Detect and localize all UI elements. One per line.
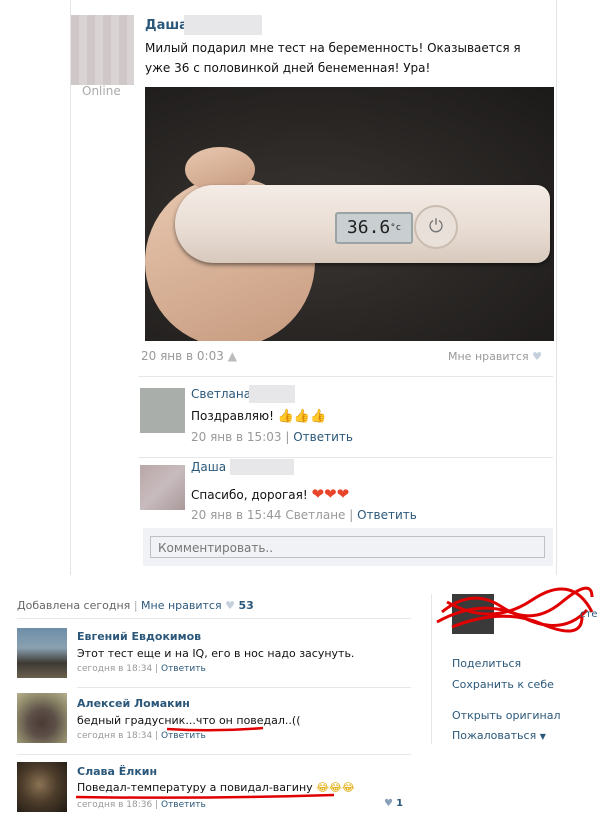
comment-text: Этот тест еще и на IQ, его в нос надо за… <box>77 647 355 660</box>
comment-text: Спасибо, дорогая! ❤❤❤ <box>191 485 349 503</box>
post-like-button[interactable]: Мне нравится ♥ <box>448 350 542 363</box>
share-link[interactable]: Поделиться <box>452 657 521 670</box>
reply-button[interactable]: Ответить <box>161 731 206 741</box>
added-date: Добавлена сегодня <box>17 599 131 612</box>
reply-button[interactable]: Ответить <box>161 800 206 810</box>
comment-author[interactable]: Светлана <box>191 387 251 401</box>
display-unit: °c <box>390 223 402 233</box>
comment-text-body: Спасибо, дорогая! <box>191 488 308 502</box>
comment-meta: 20 янв в 15:44 Светлане | Ответить <box>191 508 417 522</box>
comment-time[interactable]: сегодня в 18:36 <box>77 800 152 810</box>
reply-button[interactable]: Ответить <box>293 430 353 444</box>
author-avatar[interactable] <box>71 15 134 85</box>
comment-avatar[interactable] <box>17 693 67 743</box>
chevron-down-icon: ▼ <box>539 732 546 741</box>
comment-author[interactable]: Евгений Евдокимов <box>77 630 201 643</box>
divider <box>77 687 411 688</box>
reply-button[interactable]: Ответить <box>161 664 206 674</box>
like-count: 53 <box>238 599 254 612</box>
divider <box>17 618 411 619</box>
scribble-censor <box>436 586 594 633</box>
comment-time[interactable]: сегодня в 18:34 <box>77 664 152 674</box>
censored-surname <box>249 385 295 403</box>
divider <box>17 754 411 755</box>
censored-surname <box>184 15 262 35</box>
post-date-text: 20 янв в 0:03 <box>141 349 224 363</box>
reply-to[interactable]: Светлане <box>285 508 345 522</box>
heart-icon: ❤❤❤ <box>311 485 350 503</box>
power-icon: ⏻ <box>414 205 458 249</box>
comment-text: Поздравляю! 👍👍👍 <box>191 409 326 424</box>
comment-meta: сегодня в 18:34 | Ответить <box>77 664 206 674</box>
android-icon: ▲ <box>227 349 237 363</box>
reply-button[interactable]: Ответить <box>357 508 417 522</box>
like-button[interactable]: Мне нравится <box>141 599 222 612</box>
post-date[interactable]: 20 янв в 0:03 ▲ <box>141 349 237 363</box>
report-link[interactable]: Пожаловаться ▼ <box>452 729 546 742</box>
post-stats: Добавлена сегодня | Мне нравится ♥ 53 <box>17 599 254 612</box>
comment-avatar[interactable] <box>140 388 185 433</box>
report-label: Пожаловаться <box>452 729 537 742</box>
comment-input[interactable]: Комментировать.. <box>150 536 545 558</box>
comment-separator <box>138 457 553 458</box>
comment-avatar[interactable] <box>140 465 185 510</box>
comment-author[interactable]: Даша <box>191 460 226 474</box>
comment-avatar[interactable] <box>17 762 67 812</box>
comment-text-body: Поздравляю! <box>191 409 274 423</box>
online-status: Online <box>82 84 121 98</box>
comment-date[interactable]: 20 янв в 15:44 <box>191 508 282 522</box>
comment-avatar[interactable] <box>17 628 67 678</box>
open-original-link[interactable]: Открыть оригинал <box>452 709 561 722</box>
comment-time[interactable]: сегодня в 18:34 <box>77 731 152 741</box>
comment-like-count: 1 <box>396 798 404 809</box>
comment-meta: сегодня в 18:36 | Ответить <box>77 800 206 810</box>
heart-icon: ♥ <box>225 599 235 612</box>
side-fragment: сте <box>580 609 597 620</box>
comment-date[interactable]: 20 янв в 15:03 <box>191 430 282 444</box>
heart-outline-icon: ♥ <box>532 350 542 363</box>
comment-author[interactable]: Слава Ёлкин <box>77 765 157 778</box>
post-like-label: Мне нравится <box>448 350 529 363</box>
post-author-name[interactable]: Даша <box>145 18 188 33</box>
display-value: 36.6 <box>346 217 391 238</box>
thermometer-display: 36.6°c <box>335 212 413 244</box>
comment-author[interactable]: Алексей Ломакин <box>77 697 190 710</box>
comment-like[interactable]: ♥ 1 <box>384 798 403 809</box>
censored-surname <box>230 459 294 475</box>
comment-meta: 20 янв в 15:03 | Ответить <box>191 430 353 444</box>
post-text: Милый подарил мне тест на беременность! … <box>145 41 521 75</box>
thumbs-up-icon: 👍👍👍 <box>277 409 327 424</box>
comments-divider <box>138 376 553 377</box>
comment-meta: сегодня в 18:34 | Ответить <box>77 731 206 741</box>
save-link[interactable]: Сохранить к себе <box>452 678 554 691</box>
heart-icon: ♥ <box>384 798 393 809</box>
